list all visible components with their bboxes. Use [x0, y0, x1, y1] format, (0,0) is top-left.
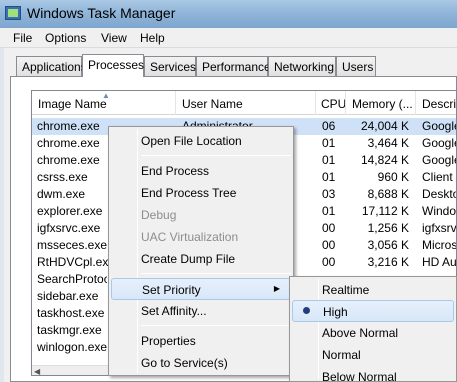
cell-memory: 8,688 K [367, 187, 409, 201]
menu-options[interactable]: Options [45, 31, 86, 45]
cell-image: taskhost.exe [37, 306, 105, 320]
cell-memory: 1,256 K [367, 221, 409, 235]
cell-description: HD Aud [422, 255, 457, 269]
selected-radio-icon [303, 307, 310, 314]
priority-below-normal[interactable]: Below Normal [292, 366, 454, 382]
menu-uac-virtualization: UAC Virtualization [141, 230, 239, 244]
tab-performance[interactable]: Performance [196, 56, 271, 76]
menu-separator [141, 273, 291, 274]
cell-cpu: 01 [322, 153, 336, 167]
cell-image: sidebar.exe [37, 289, 99, 303]
list-header: Image Name ▲ User Name CPU Memory (... D… [32, 91, 456, 115]
cell-cpu: 00 [322, 221, 336, 235]
tab-networking[interactable]: Networking [268, 56, 336, 76]
cell-image: dwm.exe [37, 187, 86, 201]
column-user-name[interactable]: User Name [176, 91, 316, 115]
cell-image: explorer.exe [37, 204, 103, 218]
menu-create-dump-file[interactable]: Create Dump File [111, 248, 291, 270]
cell-cpu: 06 [322, 119, 336, 133]
cell-description: Google [422, 119, 457, 133]
cell-image: chrome.exe [37, 153, 100, 167]
cell-image: chrome.exe [37, 119, 100, 133]
menu-view[interactable]: View [101, 31, 127, 45]
cell-memory: 14,824 K [360, 153, 409, 167]
cell-image: msseces.exe [37, 238, 108, 252]
menu-separator [141, 155, 291, 156]
cell-image: RtHDVCpl.exe [37, 255, 116, 269]
menu-separator [141, 325, 291, 326]
tab-processes[interactable]: Processes [82, 54, 144, 77]
window-title: Windows Task Manager [27, 5, 176, 21]
cell-cpu: 01 [322, 136, 336, 150]
cell-cpu: 01 [322, 170, 336, 184]
cell-cpu: 00 [322, 255, 336, 269]
cell-memory: 3,464 K [367, 136, 409, 150]
menu-set-priority[interactable]: Set Priority ▶ [111, 278, 291, 300]
cell-description: Client S [422, 170, 456, 184]
title-bar[interactable]: Windows Task Manager [0, 0, 457, 28]
menu-end-process[interactable]: End Process [111, 160, 291, 182]
menu-set-affinity[interactable]: Set Affinity... [111, 300, 291, 322]
cell-cpu: 03 [322, 187, 336, 201]
cell-description: Google [422, 153, 457, 167]
cell-memory: 17,112 K [361, 204, 409, 218]
task-manager-icon [5, 6, 21, 20]
cell-memory: 3,056 K [367, 238, 409, 252]
cell-memory: 3,216 K [367, 255, 409, 269]
menu-go-to-services[interactable]: Go to Service(s) [111, 352, 291, 374]
priority-normal[interactable]: Normal [292, 344, 454, 366]
menu-open-file-location[interactable]: Open File Location [111, 130, 291, 152]
menu-end-process-tree[interactable]: End Process Tree [111, 182, 291, 204]
cell-description: Google [422, 136, 457, 150]
tab-applications[interactable]: Applications [16, 56, 87, 76]
column-description[interactable]: Descrip [416, 91, 456, 115]
priority-high[interactable]: High [292, 300, 454, 322]
cell-description: Desktop [422, 187, 456, 201]
cell-cpu: 01 [322, 204, 336, 218]
tab-users[interactable]: Users [336, 56, 376, 76]
cell-cpu: 00 [322, 238, 336, 252]
menu-file[interactable]: File [13, 31, 32, 45]
priority-realtime[interactable]: Realtime [292, 279, 454, 301]
sort-ascending-icon: ▲ [102, 91, 110, 100]
cell-description: Microsc [422, 238, 457, 252]
submenu-arrow-icon: ▶ [273, 284, 280, 293]
cell-image: csrss.exe [37, 170, 88, 184]
menu-bar: File Options View Help [0, 28, 457, 48]
cell-description: Window [422, 204, 457, 218]
cell-description: igfxsrv [422, 221, 457, 235]
menu-debug: Debug [141, 208, 177, 222]
process-context-menu: Open File Location End Process End Proce… [108, 126, 294, 376]
cell-image: taskmgr.exe [37, 323, 102, 337]
menu-help[interactable]: Help [140, 31, 165, 45]
priority-high-label: High [323, 305, 348, 319]
tab-services[interactable]: Services [144, 56, 196, 76]
scroll-left-icon[interactable]: ◀ [34, 367, 40, 375]
cell-memory: 960 K [377, 170, 409, 184]
cell-image: chrome.exe [37, 136, 100, 150]
menu-properties[interactable]: Properties [111, 330, 291, 352]
priority-above-normal[interactable]: Above Normal [292, 322, 454, 344]
column-memory[interactable]: Memory (... [346, 91, 416, 115]
cell-image: SearchProtoco [37, 272, 107, 286]
cell-image: winlogon.exe [37, 340, 108, 354]
column-cpu[interactable]: CPU [316, 91, 346, 115]
cell-memory: 24,004 K [360, 119, 409, 133]
cell-image: igfxsrvc.exe [37, 221, 101, 235]
priority-submenu: Realtime High Above Normal Normal Below … [289, 276, 457, 382]
menu-set-priority-label: Set Priority [142, 283, 201, 297]
